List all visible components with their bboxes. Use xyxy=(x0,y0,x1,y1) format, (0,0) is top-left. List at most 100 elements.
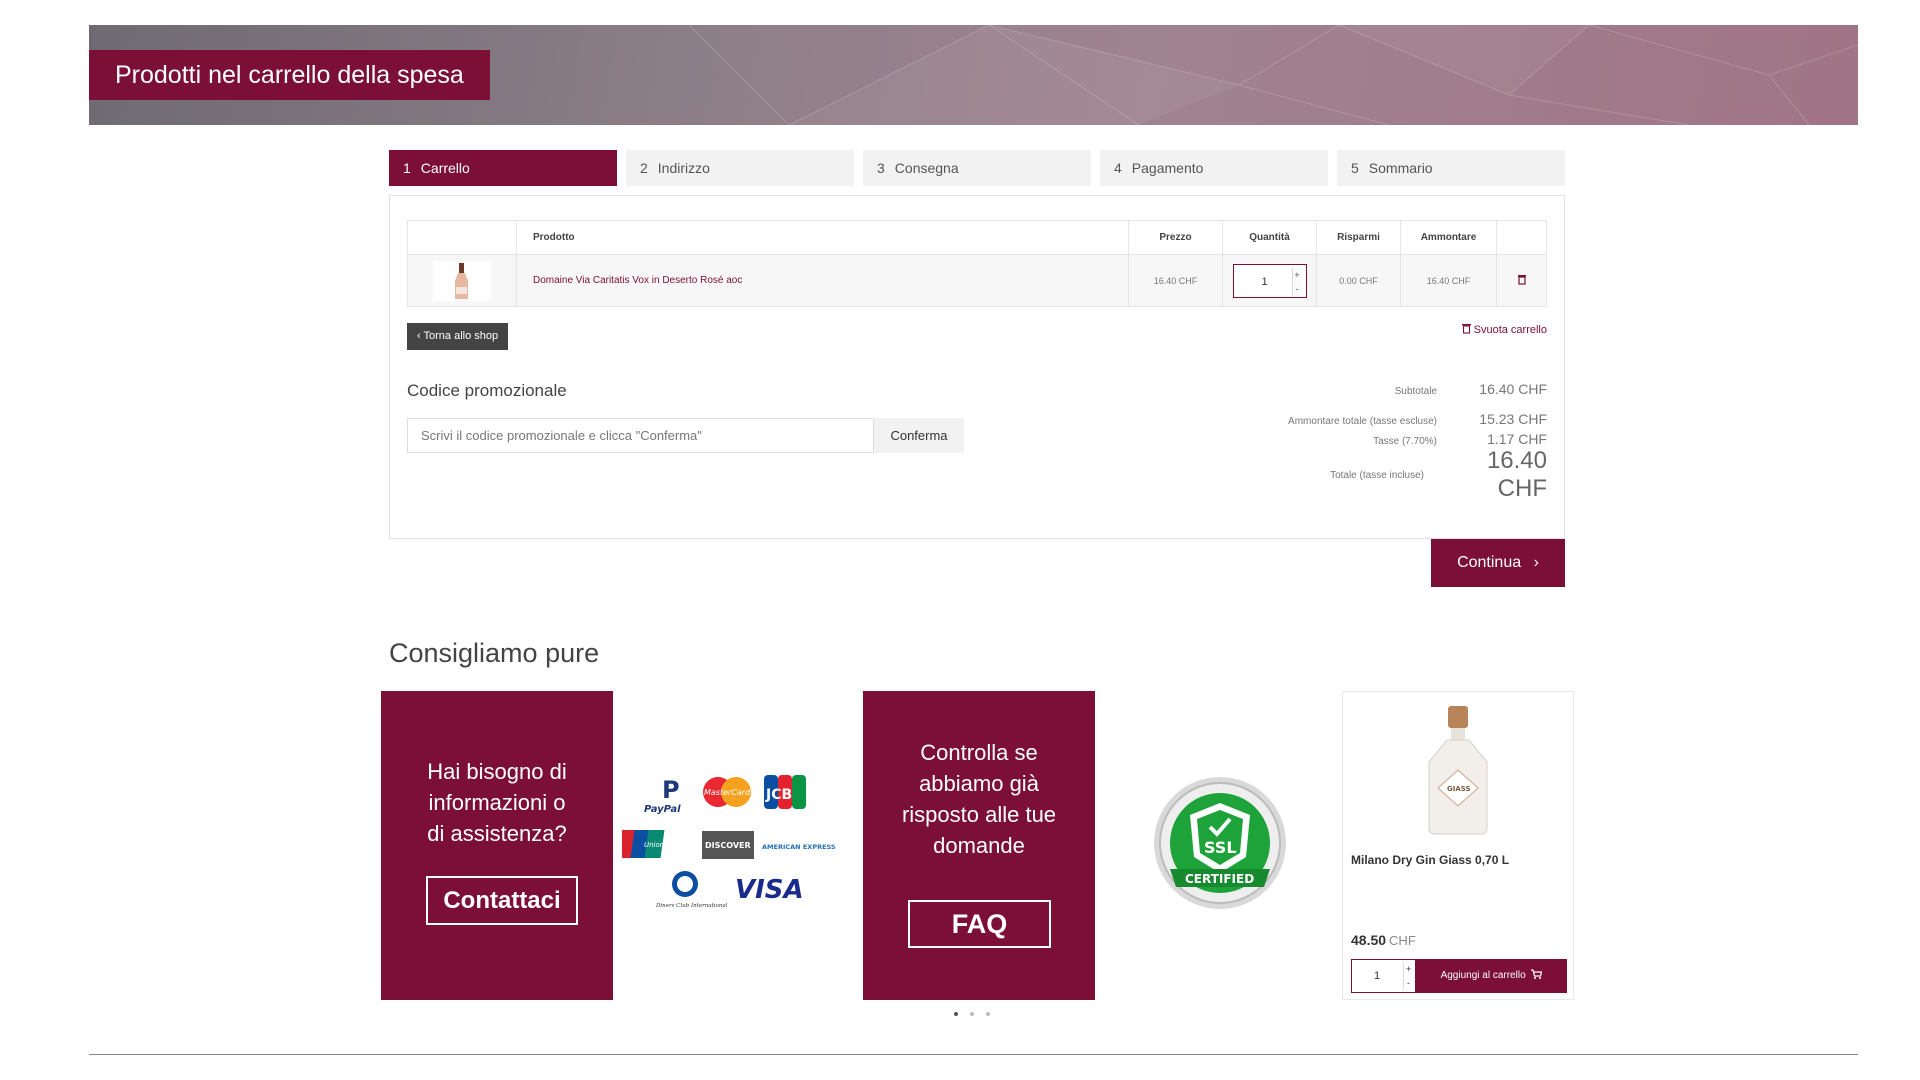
paypal-icon: P PayPal xyxy=(644,776,681,815)
plus-icon[interactable]: + xyxy=(1403,962,1413,976)
product-card-quantity-stepper[interactable]: 1 + - xyxy=(1351,959,1416,993)
discover-icon: DISCOVER xyxy=(702,831,754,859)
plus-icon[interactable]: + xyxy=(1291,267,1302,282)
net-total-row: Ammontare totale (tasse escluse) 15.23 C… xyxy=(1217,411,1547,431)
faq-card-text: Controlla se abbiamo già risposto alle t… xyxy=(901,740,1057,858)
product-name[interactable]: Domaine Via Caritatis Vox in Deserto Ros… xyxy=(516,254,1129,307)
tax-value: 1.17 CHF xyxy=(1487,431,1547,447)
wine-bottle-icon xyxy=(455,262,468,299)
svg-text:MasterCard: MasterCard xyxy=(704,788,751,797)
step-label: Indirizzo xyxy=(657,160,710,176)
step-label: Carrello xyxy=(420,160,470,176)
amex-icon: AMERICAN EXPRESS xyxy=(762,843,836,851)
promo-code-input[interactable] xyxy=(407,418,874,453)
step-address[interactable]: 2 Indirizzo xyxy=(626,150,854,186)
quantity-stepper[interactable]: 1 + - xyxy=(1232,263,1307,299)
page-title: Prodotti nel carrello della spesa xyxy=(89,50,490,100)
page-banner: Prodotti nel carrello della spesa xyxy=(89,25,1858,125)
svg-text:DISCOVER: DISCOVER xyxy=(705,841,751,850)
back-to-shop-button[interactable]: ‹ Torna allo shop xyxy=(407,323,509,350)
tax-label: Tasse (7.70%) xyxy=(1373,436,1437,447)
back-to-shop-label: Torna allo shop xyxy=(423,330,499,342)
product-card-name[interactable]: Milano Dry Gin Giass 0,70 L xyxy=(1351,853,1509,867)
net-total-label: Ammontare totale (tasse escluse) xyxy=(1288,416,1437,427)
diners-club-icon: Diners Club International xyxy=(655,871,728,909)
remove-item-cell xyxy=(1496,254,1547,307)
subtotal-row: Subtotale 16.40 CHF xyxy=(1217,381,1547,411)
svg-text:UnionPay: UnionPay xyxy=(644,841,678,849)
product-savings: 0.00 CHF xyxy=(1316,254,1401,307)
order-totals: Subtotale 16.40 CHF Ammontare totale (ta… xyxy=(1217,381,1547,502)
product-card-price-value: 48.50 xyxy=(1351,932,1387,948)
product-card-price: 48.50 CHF xyxy=(1351,932,1416,948)
svg-text:P: P xyxy=(662,776,680,804)
step-number: 3 xyxy=(877,160,885,176)
step-number: 2 xyxy=(640,160,648,176)
empty-cart-link[interactable]: Svuota carrello xyxy=(1461,323,1547,336)
header-product: Prodotto xyxy=(516,220,1129,255)
step-payment[interactable]: 4 Pagamento xyxy=(1100,150,1328,186)
trash-icon[interactable] xyxy=(1517,274,1527,285)
minus-icon[interactable]: - xyxy=(1403,976,1413,990)
chevron-left-icon: ‹ xyxy=(417,330,421,342)
quantity-value[interactable]: 1 xyxy=(1234,265,1296,299)
jcb-icon: JCB xyxy=(764,775,806,809)
help-card-text: Hai bisogno di informazioni o di assiste… xyxy=(427,759,567,846)
step-delivery[interactable]: 3 Consegna xyxy=(863,150,1091,186)
product-thumbnail-cell xyxy=(407,254,517,307)
recommend-carousel: Hai bisogno di informazioni o di assiste… xyxy=(381,691,1574,1000)
grand-total-label: Totale (tasse incluse) xyxy=(1330,469,1424,481)
cart-panel: Prodotto Prezzo Quantità Risparmi Ammont… xyxy=(389,195,1565,539)
carousel-dot-2[interactable] xyxy=(970,1012,974,1016)
step-number: 4 xyxy=(1114,160,1122,176)
header-price: Prezzo xyxy=(1128,220,1223,255)
trash-icon xyxy=(1461,324,1471,334)
promo-confirm-button[interactable]: Conferma xyxy=(874,418,964,453)
svg-text:AMERICAN EXPRESS: AMERICAN EXPRESS xyxy=(762,843,836,851)
subtotal-value: 16.40 CHF xyxy=(1479,381,1547,397)
header-quantity: Quantità xyxy=(1222,220,1317,255)
product-card[interactable]: GIASS Milano Dry Gin Giass 0,70 L 48.50 C… xyxy=(1342,691,1574,1000)
svg-text:SSL: SSL xyxy=(1204,838,1237,857)
mastercard-icon: MasterCard xyxy=(703,777,751,807)
grand-total-value: 16.40 CHF xyxy=(1486,447,1547,502)
checkout-steps: 1 Carrello 2 Indirizzo 3 Consegna 4 Pagament… xyxy=(389,150,1565,186)
svg-text:GIASS: GIASS xyxy=(1447,785,1471,793)
subtotal-label: Subtotale xyxy=(1394,386,1437,397)
promo-title: Codice promozionale xyxy=(407,381,567,400)
product-thumbnail[interactable] xyxy=(433,260,491,301)
svg-text:Diners Club International: Diners Club International xyxy=(655,903,728,909)
step-summary[interactable]: 5 Sommario xyxy=(1337,150,1565,186)
cart-icon xyxy=(1531,969,1543,979)
ssl-certified-card: SSL CERTIFIED xyxy=(1104,691,1336,1000)
faq-card[interactable]: Controlla se abbiamo già risposto alle t… xyxy=(863,691,1095,1000)
payment-methods-card: P PayPal MasterCard JCB UnionPay DISCOVE… xyxy=(616,691,854,1000)
continue-button[interactable]: Continua › xyxy=(1431,539,1565,587)
contact-button[interactable]: Contattaci xyxy=(426,876,578,925)
quantity-cell: 1 + - xyxy=(1222,254,1317,307)
product-card-currency: CHF xyxy=(1389,933,1416,948)
carousel-pagination xyxy=(954,1012,990,1016)
cart-table: Prodotto Prezzo Quantità Risparmi Ammont… xyxy=(407,220,1547,307)
product-card-quantity-value[interactable]: 1 xyxy=(1352,960,1402,992)
add-to-cart-button[interactable]: Aggiungi al carrello xyxy=(1416,959,1567,993)
step-label: Consegna xyxy=(894,160,959,176)
step-number: 5 xyxy=(1351,160,1359,176)
empty-cart-label: Svuota carrello xyxy=(1473,324,1547,336)
carousel-dot-1[interactable] xyxy=(954,1012,958,1016)
faq-button[interactable]: FAQ xyxy=(908,900,1051,948)
chevron-right-icon: › xyxy=(1533,554,1539,571)
unionpay-icon: UnionPay xyxy=(616,830,678,858)
continue-label: Continua xyxy=(1457,554,1522,571)
footer-divider xyxy=(89,1054,1858,1055)
minus-icon[interactable]: - xyxy=(1291,281,1302,296)
help-card[interactable]: Hai bisogno di informazioni o di assiste… xyxy=(381,691,613,1000)
grand-total-row: Totale (tasse incluse) 16.40 CHF xyxy=(1217,447,1547,502)
header-amount: Ammontare xyxy=(1400,220,1497,255)
header-image xyxy=(407,220,517,255)
table-row: Domaine Via Caritatis Vox in Deserto Ros… xyxy=(407,254,1547,307)
carousel-dot-3[interactable] xyxy=(986,1012,990,1016)
payment-logos: P PayPal MasterCard JCB UnionPay DISCOVE… xyxy=(616,775,836,909)
step-cart[interactable]: 1 Carrello xyxy=(389,150,617,186)
gin-bottle-image: GIASS xyxy=(1428,706,1488,835)
